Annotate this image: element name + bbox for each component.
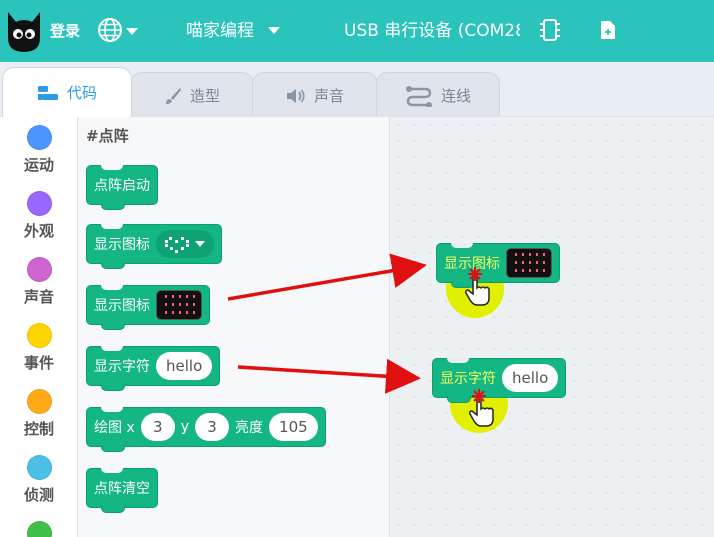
- category-sound[interactable]: 声音: [0, 257, 78, 307]
- top-bar: 登录 喵家编程 USB 串行设备 (COM28): [0, 0, 714, 62]
- block-matrix-clear[interactable]: 点阵清空: [86, 468, 158, 513]
- category-control[interactable]: 控制: [0, 389, 78, 439]
- code-canvas[interactable]: 显示图标 显示字符 hello: [390, 116, 714, 537]
- project-chevron-down-icon[interactable]: [268, 27, 280, 34]
- block-palette: #点阵 点阵启动 显示图标 显示图标 显示字符 hello 绘图 x 3 y 3…: [78, 116, 390, 537]
- click-burst-icon: [472, 389, 486, 403]
- string-input[interactable]: hello: [156, 352, 213, 380]
- string-input[interactable]: hello: [502, 364, 559, 392]
- paint-brush-icon: [165, 87, 181, 104]
- led-matrix-icon: [515, 253, 545, 272]
- category-events[interactable]: 事件: [0, 323, 78, 373]
- project-menu[interactable]: 喵家编程: [186, 0, 254, 62]
- chevron-down-icon: [195, 241, 205, 247]
- new-file-icon[interactable]: [600, 20, 616, 40]
- canvas-block-show-string[interactable]: 显示字符 hello: [432, 358, 567, 403]
- category-looks[interactable]: 外观: [0, 191, 78, 241]
- click-burst-icon: [468, 267, 482, 281]
- x-input[interactable]: 3: [140, 413, 175, 441]
- led-matrix-icon: [165, 295, 195, 314]
- category-dot: [26, 257, 52, 282]
- tab-sounds[interactable]: 声音: [252, 72, 378, 118]
- category-dot: [26, 323, 52, 348]
- block-matrix-start[interactable]: 点阵启动: [86, 165, 158, 210]
- category-dot: [26, 191, 52, 216]
- category-operators[interactable]: [0, 521, 78, 537]
- category-dot: [26, 455, 52, 480]
- tab-label: 连线: [440, 87, 471, 105]
- section-title: #点阵: [86, 127, 129, 145]
- tab-costumes[interactable]: 造型: [130, 72, 254, 118]
- icon-dropdown[interactable]: [156, 230, 214, 258]
- tab-label: 造型: [189, 87, 220, 105]
- chip-icon[interactable]: [540, 18, 560, 42]
- canvas-block-show-icon[interactable]: 显示图标: [436, 243, 560, 288]
- code-blocks-icon: [37, 85, 58, 100]
- block-draw-point[interactable]: 绘图 x 3 y 3 亮度 105: [86, 407, 326, 452]
- globe-icon[interactable]: [97, 17, 123, 43]
- editor-tabs: 代码 造型 声音 连线: [0, 62, 714, 118]
- speaker-icon: [286, 88, 305, 103]
- category-dot: [26, 521, 52, 537]
- block-show-icon-matrix[interactable]: 显示图标: [86, 285, 210, 330]
- login-button[interactable]: 登录: [50, 0, 80, 62]
- y-input[interactable]: 3: [195, 413, 230, 441]
- device-connection-label[interactable]: USB 串行设备 (COM28): [344, 0, 520, 62]
- tab-label: 声音: [313, 87, 344, 105]
- heart-icon: [165, 237, 189, 253]
- category-sensing[interactable]: 侦测: [0, 455, 78, 505]
- tab-label: 代码: [66, 84, 97, 102]
- tab-code[interactable]: 代码: [2, 67, 132, 117]
- block-show-string[interactable]: 显示字符 hello: [86, 346, 221, 391]
- tab-connection[interactable]: 连线: [376, 72, 500, 118]
- block-show-icon-dropdown[interactable]: 显示图标: [86, 224, 222, 269]
- brightness-input[interactable]: 105: [269, 413, 318, 441]
- black-cat-logo-icon[interactable]: [4, 8, 44, 54]
- category-motion[interactable]: 运动: [0, 125, 78, 175]
- language-chevron-down-icon[interactable]: [126, 28, 138, 35]
- category-menu: 运动 外观 声音 事件 控制 侦测: [0, 116, 78, 537]
- category-dot: [26, 125, 52, 150]
- category-dot: [26, 389, 52, 414]
- led-matrix-editor[interactable]: [156, 290, 202, 320]
- connection-icon: [405, 85, 432, 107]
- led-matrix-editor[interactable]: [506, 248, 552, 278]
